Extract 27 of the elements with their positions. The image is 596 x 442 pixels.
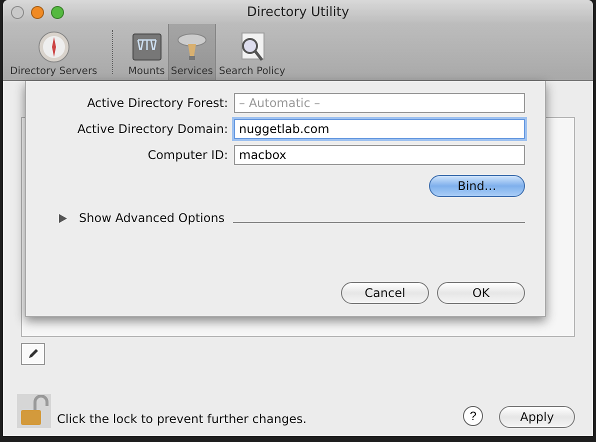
toolbar-tab[interactable]: Services — [168, 24, 216, 80]
close-button[interactable] — [11, 6, 24, 18]
field-label: Active Directory Domain: — [76, 122, 228, 136]
zoom-button[interactable] — [51, 6, 64, 18]
text-field[interactable]: nuggetlab.com — [234, 119, 525, 139]
field-label: Active Directory Forest: — [86, 96, 228, 110]
advanced-options-disclosure[interactable]: Show Advanced Options — [59, 211, 225, 225]
edit-button[interactable] — [21, 343, 45, 365]
help-button[interactable]: ? — [463, 406, 484, 426]
disclosure-triangle-icon — [59, 214, 67, 222]
bind-button[interactable]: Bind… — [429, 175, 525, 197]
field-label: Computer ID: — [146, 148, 228, 162]
text-field[interactable]: macbox — [234, 145, 525, 165]
pencil-icon — [27, 348, 39, 360]
open-padlock-icon — [19, 395, 49, 427]
minimize-button[interactable] — [31, 6, 44, 18]
lock-message: Click the lock to prevent further changes. — [57, 412, 308, 426]
dialog-button[interactable]: OK — [437, 282, 525, 304]
toolbar-tab[interactable]: Search Policy — [216, 24, 288, 80]
toolbar-tab[interactable]: Directory Servers — [7, 24, 100, 80]
lock-button[interactable] — [17, 394, 51, 428]
dialog-button[interactable]: Cancel — [341, 282, 429, 304]
toolbar-tab[interactable]: Mounts — [125, 24, 168, 80]
apply-button[interactable]: Apply — [499, 406, 575, 428]
compass-icon — [36, 30, 71, 64]
text-field[interactable]: – Automatic – — [234, 93, 525, 113]
window-title: Directory Utility — [246, 4, 350, 20]
